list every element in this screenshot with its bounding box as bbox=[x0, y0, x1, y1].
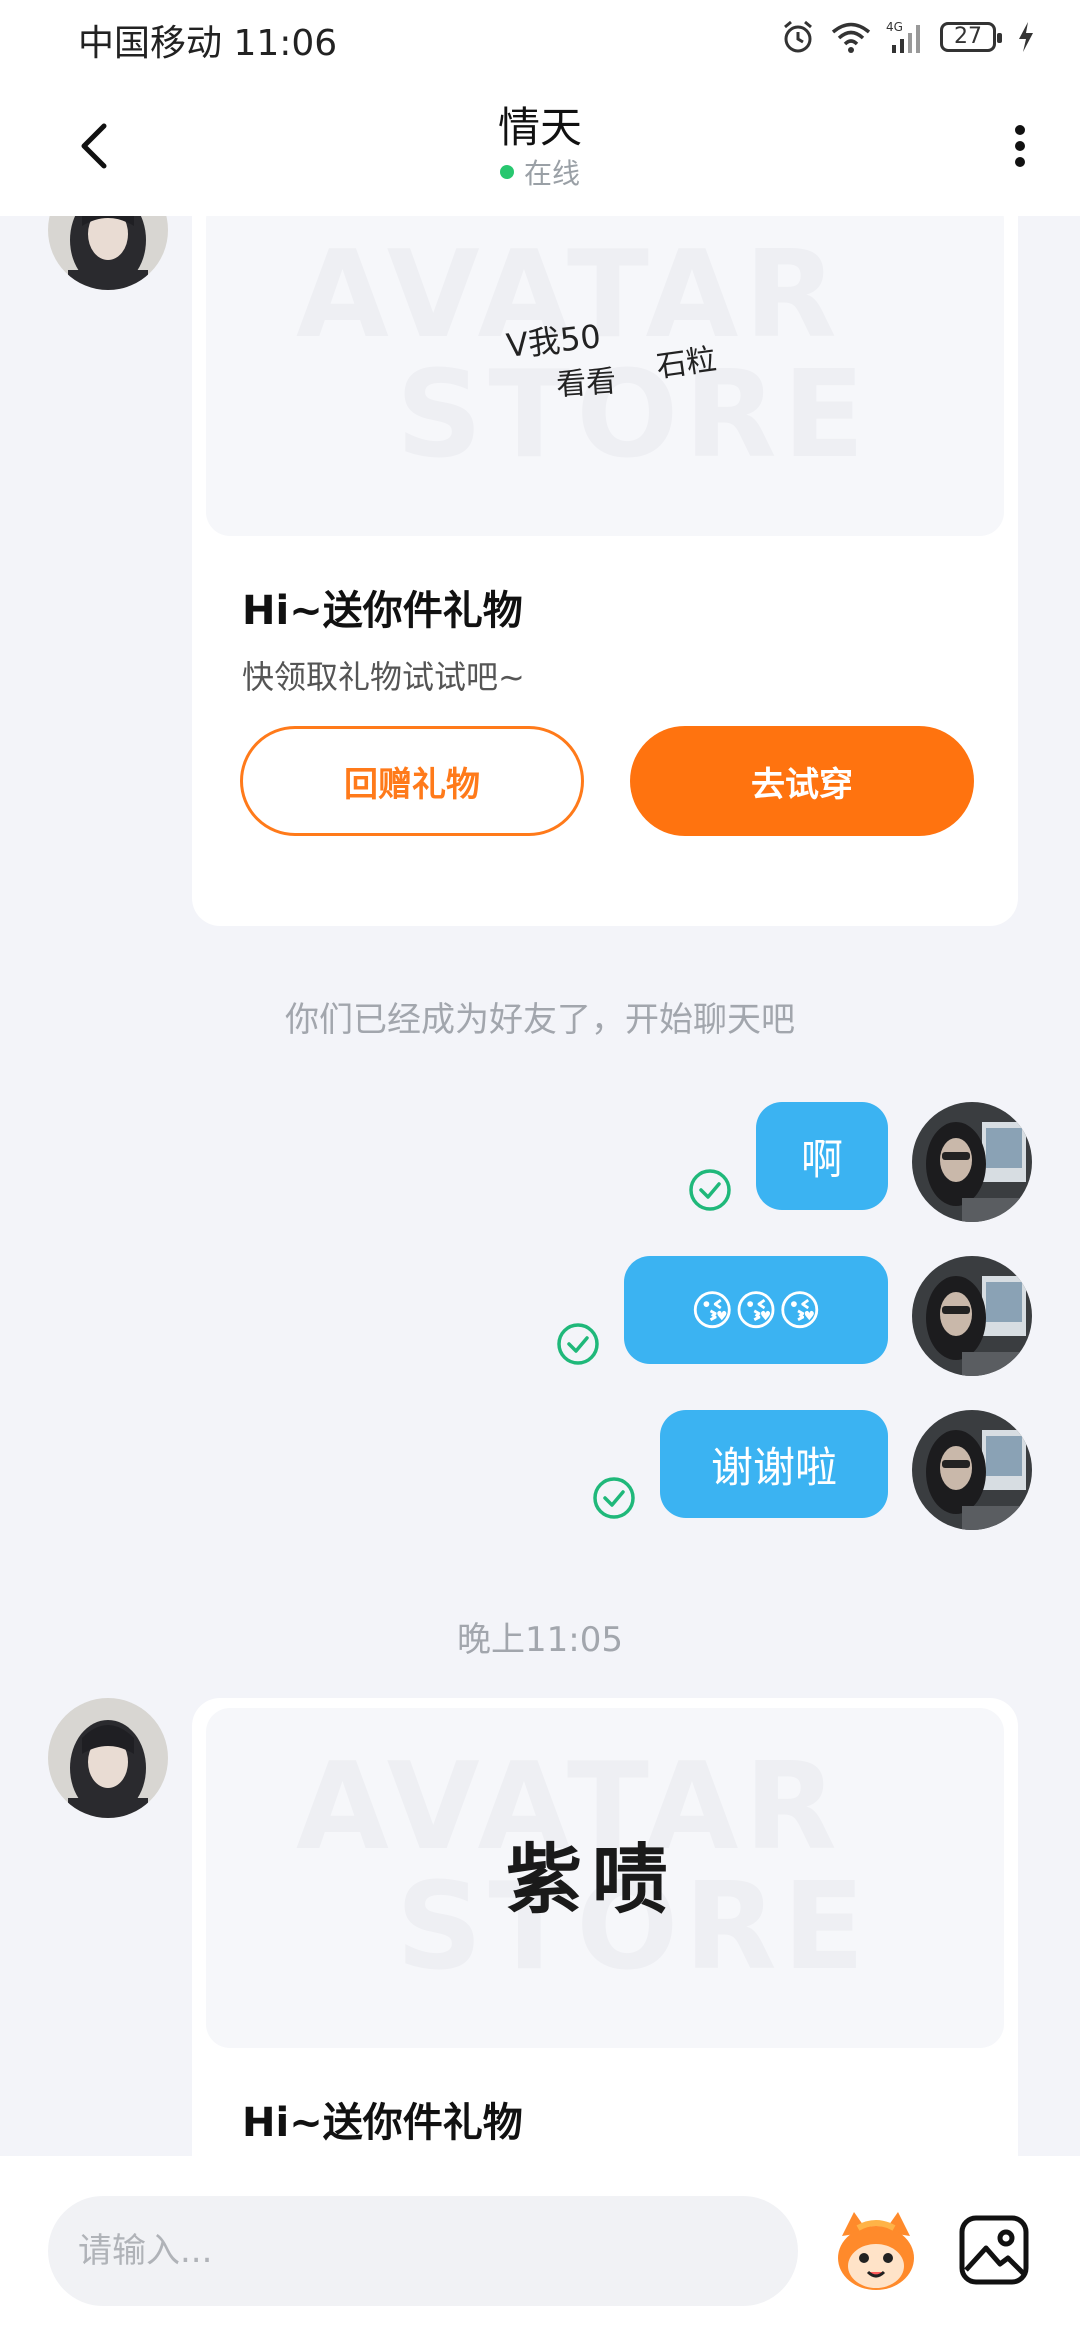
more-options-button[interactable] bbox=[1000, 110, 1040, 180]
alarm-icon bbox=[784, 20, 812, 53]
my-avatar[interactable] bbox=[912, 1256, 1032, 1376]
cellular-signal-icon: 4G bbox=[886, 20, 920, 53]
gift-card: AVATAR STORE 紫啧 Hi~送你件礼物 bbox=[192, 1698, 1018, 2156]
gift-card: AVATAR STORE V我50 看看 石粒 Hi~送你件礼物 快领取礼物试试… bbox=[192, 216, 1018, 926]
battery-icon: 27 bbox=[940, 22, 1002, 52]
gift-handwritten-text: 看看 bbox=[555, 363, 618, 404]
chat-screen: 中国移动 11:06 4G 27 情天 在线 AVATAR STORE V我50… bbox=[0, 0, 1080, 2340]
read-check-icon bbox=[593, 1477, 635, 1519]
more-vertical-icon bbox=[1015, 125, 1025, 167]
gift-title: Hi~送你件礼物 bbox=[242, 588, 523, 634]
carrier-time: 中国移动 11:06 bbox=[78, 23, 338, 64]
contact-name: 情天 bbox=[497, 103, 582, 152]
sticker-button[interactable] bbox=[828, 2202, 924, 2298]
image-icon bbox=[959, 2215, 1029, 2285]
outgoing-message[interactable]: 啊 bbox=[756, 1102, 888, 1210]
online-status: 在线 bbox=[0, 152, 1080, 192]
message-list[interactable]: AVATAR STORE V我50 看看 石粒 Hi~送你件礼物 快领取礼物试试… bbox=[0, 216, 1080, 2156]
outgoing-message[interactable]: 谢谢啦 bbox=[660, 1410, 888, 1518]
contact-avatar[interactable] bbox=[48, 1698, 168, 1818]
return-gift-button[interactable]: 回赠礼物 bbox=[240, 726, 584, 836]
svg-text:4G: 4G bbox=[886, 20, 903, 34]
wifi-icon bbox=[831, 22, 871, 53]
watermark-text: STORE bbox=[396, 346, 871, 485]
gift-image[interactable]: AVATAR STORE V我50 看看 石粒 bbox=[206, 216, 1004, 536]
online-dot bbox=[499, 165, 514, 179]
gift-handwritten-text: 紫啧 bbox=[506, 1835, 678, 1924]
gift-image[interactable]: AVATAR STORE 紫啧 bbox=[206, 1708, 1004, 2048]
status-bar: 中国移动 11:06 4G 27 bbox=[0, 0, 1080, 74]
message-timestamp: 晚上11:05 bbox=[457, 1620, 623, 1660]
gift-title: Hi~送你件礼物 bbox=[242, 2100, 523, 2146]
image-button[interactable] bbox=[956, 2212, 1032, 2288]
outgoing-message[interactable]: 😘😘😘 bbox=[624, 1256, 888, 1364]
read-check-icon bbox=[689, 1169, 731, 1211]
contact-avatar[interactable] bbox=[48, 216, 168, 290]
try-on-button[interactable]: 去试穿 bbox=[630, 726, 974, 836]
gift-description: 快领取礼物试试吧~ bbox=[242, 658, 525, 696]
gift-handwritten-text: 石粒 bbox=[654, 341, 719, 385]
online-label: 在线 bbox=[523, 157, 580, 190]
my-avatar[interactable] bbox=[912, 1410, 1032, 1530]
chat-header: 情天 在线 bbox=[0, 74, 1080, 216]
mascot-sticker-icon bbox=[838, 2212, 914, 2290]
friend-added-notice: 你们已经成为好友了，开始聊天吧 bbox=[285, 1000, 795, 1040]
message-input[interactable] bbox=[48, 2196, 798, 2306]
input-bar bbox=[0, 2156, 1080, 2340]
status-icons: 4G 27 bbox=[780, 16, 1034, 58]
my-avatar[interactable] bbox=[912, 1102, 1032, 1222]
charging-icon bbox=[1019, 22, 1033, 52]
read-check-icon bbox=[557, 1323, 599, 1365]
